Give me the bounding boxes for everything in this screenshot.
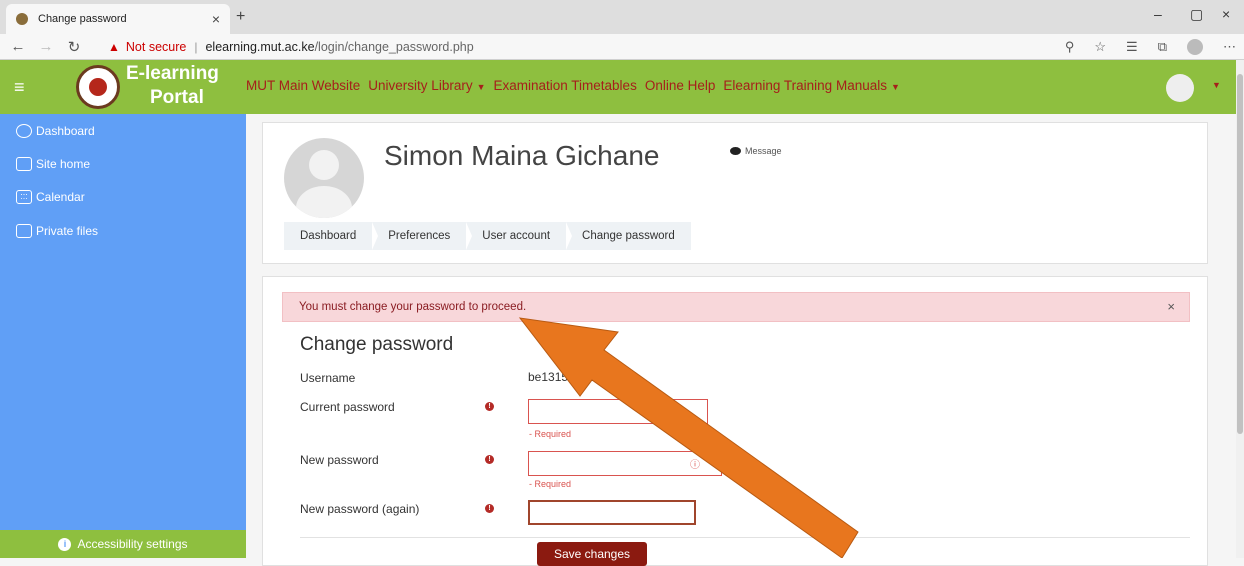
- annotation-arrow: [518, 317, 859, 558]
- arrow-shape: [518, 317, 859, 558]
